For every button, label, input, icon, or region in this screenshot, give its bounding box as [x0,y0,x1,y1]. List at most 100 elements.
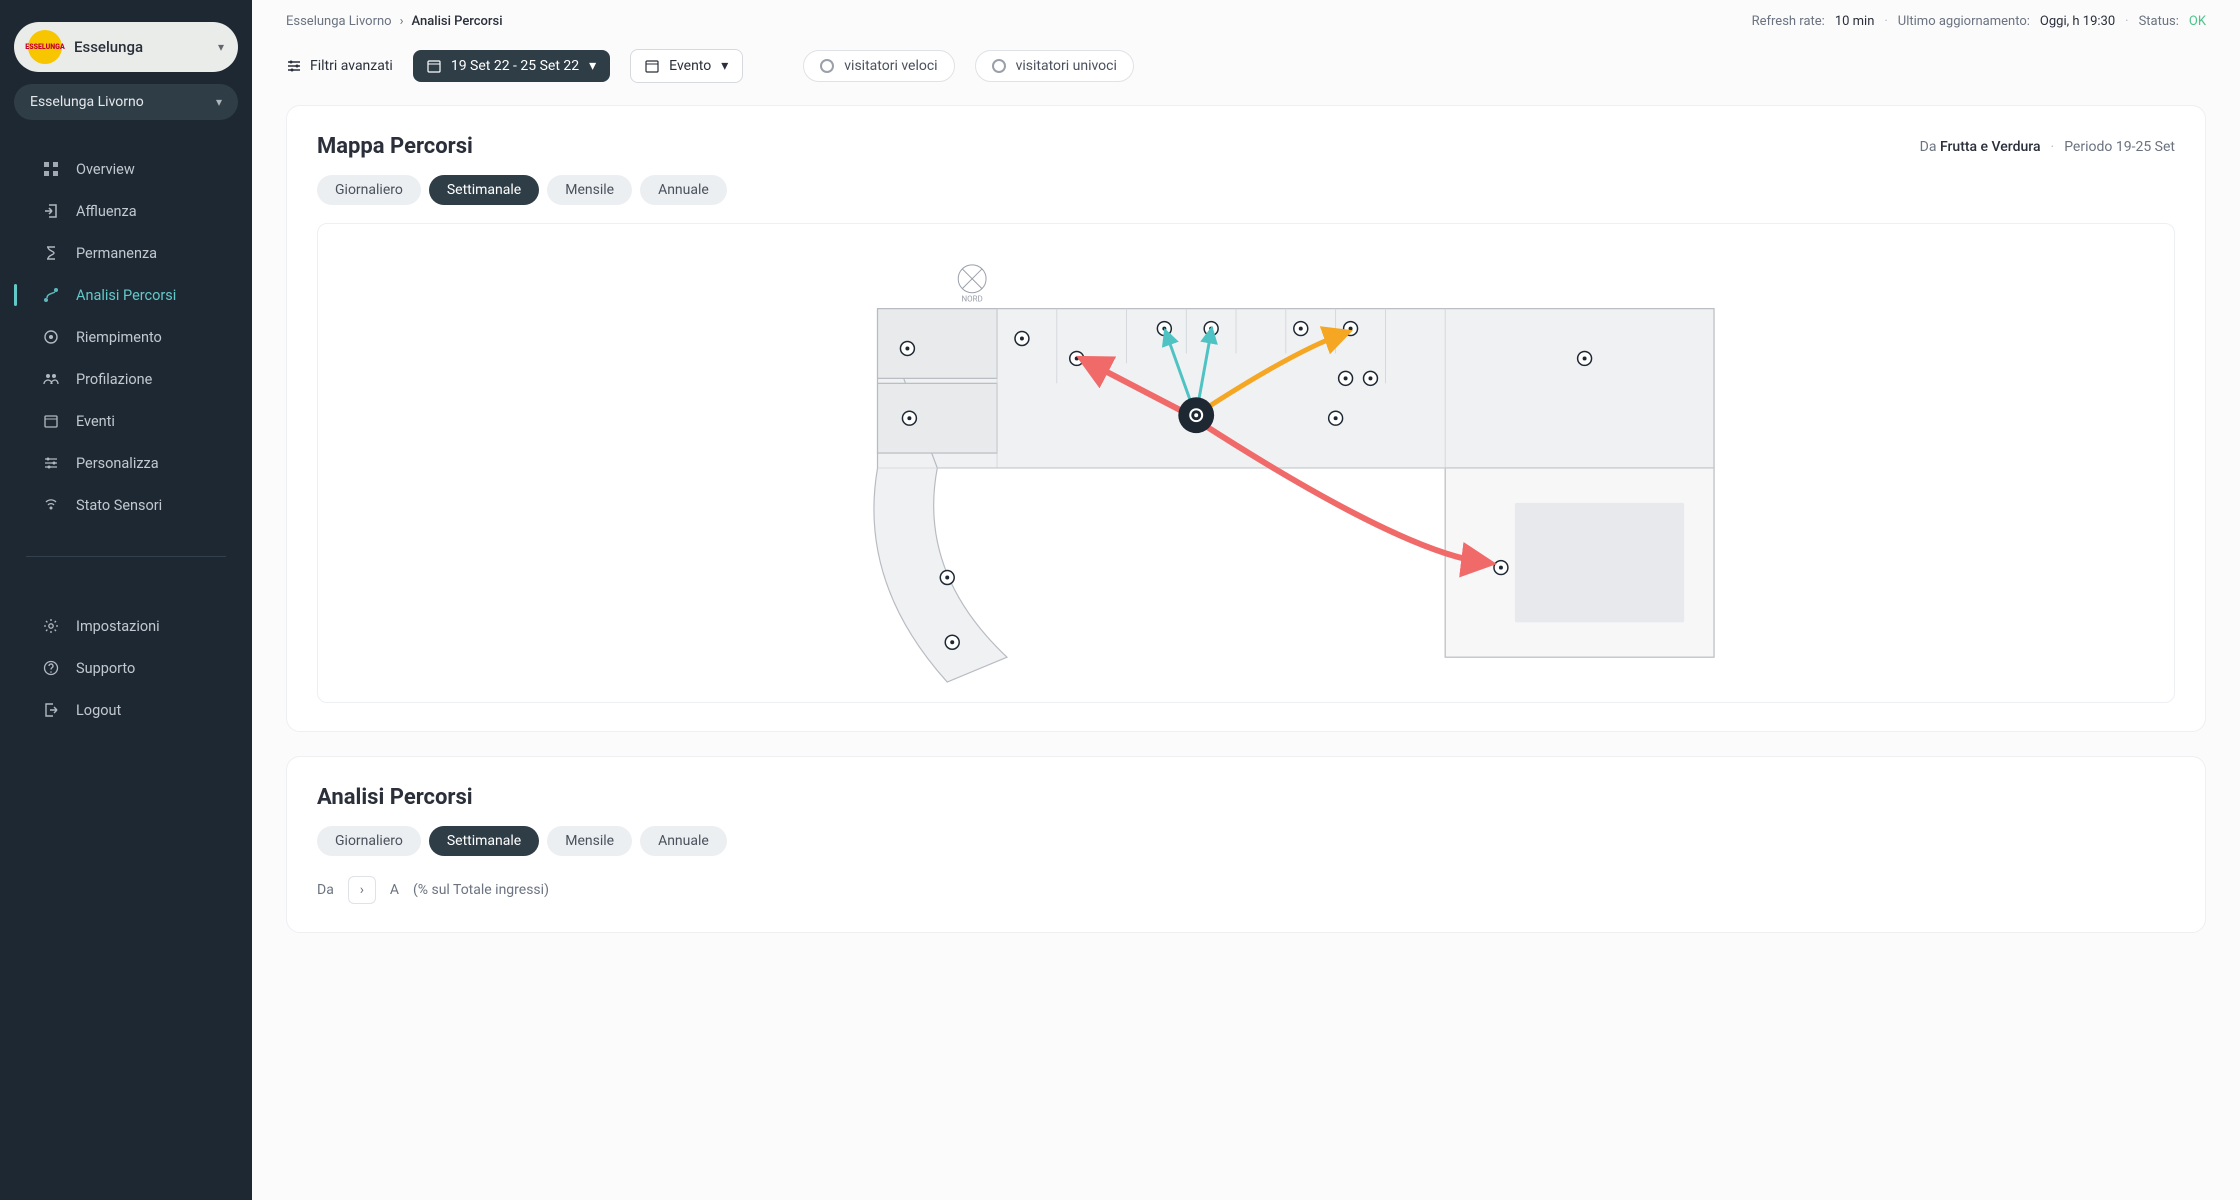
sensor-node[interactable] [945,635,959,649]
sidebar-item-label: Stato Sensori [76,497,162,514]
map-tab-mensile[interactable]: Mensile [547,175,632,205]
sidebar-item-stato-sensori[interactable]: Stato Sensori [14,486,238,524]
sidebar-item-supporto[interactable]: Supporto [14,649,238,687]
status-label: Status: [2139,14,2179,29]
sidebar-item-analisi-percorsi[interactable]: Analisi Percorsi [14,276,238,314]
topbar-status: Refresh rate: 10 min · Ultimo aggiorname… [1752,14,2206,29]
map-card-title: Mappa Percorsi [317,134,473,159]
chip-unique-label: visitatori univoci [1016,58,1117,74]
route-icon [42,286,60,304]
analysis-tab-settimanale[interactable]: Settimanale [429,826,539,856]
sliders-icon [42,454,60,472]
status-value: OK [2189,14,2206,29]
sensor-node[interactable] [900,342,914,356]
brand-name: Esselunga [74,38,143,56]
nav-footer: Impostazioni Supporto Logout [14,607,238,729]
sidebar-item-label: Logout [76,702,121,719]
sensor-node[interactable] [1157,322,1171,336]
sidebar-item-impostazioni[interactable]: Impostazioni [14,607,238,645]
sensor-node[interactable] [1329,411,1343,425]
sensor-node[interactable] [1578,351,1592,365]
sensor-node[interactable] [1070,351,1084,365]
brand-selector[interactable]: ESSELUNGA Esselunga ▾ [14,22,238,72]
gear-icon [42,617,60,635]
sidebar: ESSELUNGA Esselunga ▾ Esselunga Livorno … [0,0,252,1200]
sensor-node[interactable] [1339,371,1353,385]
sliders-icon [286,58,302,74]
sidebar-item-label: Analisi Percorsi [76,287,176,304]
content-scroll[interactable]: Mappa Percorsi Da Frutta e Verdura · Per… [252,105,2240,1200]
map-tab-annuale[interactable]: Annuale [640,175,727,205]
analysis-tab-annuale[interactable]: Annuale [640,826,727,856]
advanced-filters-button[interactable]: Filtri avanzati [286,58,393,74]
analysis-card: Analisi Percorsi Giornaliero Settimanale M… [286,756,2206,933]
target-icon [42,328,60,346]
sidebar-item-permanenza[interactable]: Permanenza [14,234,238,272]
calendar-icon [427,59,441,73]
analysis-tab-mensile[interactable]: Mensile [547,826,632,856]
sidebar-item-riempimento[interactable]: Riempimento [14,318,238,356]
logout-icon [42,701,60,719]
radio-icon [820,59,834,73]
sidebar-item-eventi[interactable]: Eventi [14,402,238,440]
date-range-picker[interactable]: 19 Set 22 - 25 Set 22 ▾ [413,50,610,82]
chip-fast-label: visitatori veloci [844,58,937,74]
breadcrumb: Esselunga Livorno › Analisi Percorsi [286,14,503,29]
date-range-value: 19 Set 22 - 25 Set 22 [451,58,579,74]
refresh-value: 10 min [1835,14,1875,29]
map-card: Mappa Percorsi Da Frutta e Verdura · Per… [286,105,2206,732]
metric-label: (% sul Totale ingressi) [413,882,549,898]
main: Esselunga Livorno › Analisi Percorsi Ref… [252,0,2240,1200]
filterbar: Filtri avanzati 19 Set 22 - 25 Set 22 ▾ … [252,43,2240,105]
brand-logo: ESSELUNGA [28,30,62,64]
store-name: Esselunga Livorno [30,94,144,110]
chip-unique-visitors[interactable]: visitatori univoci [975,50,1134,82]
sidebar-item-logout[interactable]: Logout [14,691,238,729]
sidebar-item-affluenza[interactable]: Affluenza [14,192,238,230]
sidebar-item-overview[interactable]: Overview [14,150,238,188]
login-icon [42,202,60,220]
sensor-node[interactable] [940,571,954,585]
compass-label: NORD [962,295,983,304]
updated-label: Ultimo aggiornamento: [1898,14,2030,29]
advanced-filters-label: Filtri avanzati [310,58,393,74]
sensor-node[interactable] [1294,322,1308,336]
sidebar-item-label: Impostazioni [76,618,160,635]
analysis-period-tabs: Giornaliero Settimanale Mensile Annuale [317,826,2175,856]
chip-fast-visitors[interactable]: visitatori veloci [803,50,954,82]
chevron-down-icon: ▾ [216,95,222,109]
next-arrow-button[interactable]: › [348,876,376,904]
map-tab-giornaliero[interactable]: Giornaliero [317,175,421,205]
sensor-node[interactable] [1364,371,1378,385]
event-label: Evento [669,58,711,74]
event-selector[interactable]: Evento ▾ [630,49,743,83]
sensor-node[interactable] [1494,561,1508,575]
sidebar-item-personalizza[interactable]: Personalizza [14,444,238,482]
sensor-node[interactable] [1015,332,1029,346]
chevron-down-icon: ▾ [589,58,596,74]
sidebar-item-label: Overview [76,161,135,178]
chevron-right-icon: › [400,14,404,29]
calendar-icon [42,412,60,430]
breadcrumb-current: Analisi Percorsi [412,14,503,29]
help-icon [42,659,60,677]
sidebar-item-profilazione[interactable]: Profilazione [14,360,238,398]
sensor-node[interactable] [902,411,916,425]
analysis-card-title: Analisi Percorsi [317,785,473,810]
map-tab-settimanale[interactable]: Settimanale [429,175,539,205]
origin-sensor[interactable] [1178,397,1214,433]
breadcrumb-parent[interactable]: Esselunga Livorno [286,14,392,29]
updated-value: Oggi, h 19:30 [2040,14,2115,29]
refresh-label: Refresh rate: [1752,14,1825,29]
sensor-icon [42,496,60,514]
hourglass-icon [42,244,60,262]
analysis-tab-giornaliero[interactable]: Giornaliero [317,826,421,856]
sidebar-item-label: Eventi [76,413,115,430]
floorplan[interactable]: NORD [317,223,2175,703]
store-selector[interactable]: Esselunga Livorno ▾ [14,84,238,120]
map-card-meta: Da Frutta e Verdura · Periodo 19-25 Set [1920,139,2175,155]
calendar-icon [645,59,659,73]
sidebar-item-label: Personalizza [76,455,159,472]
sidebar-item-label: Riempimento [76,329,162,346]
topbar: Esselunga Livorno › Analisi Percorsi Ref… [252,0,2240,43]
